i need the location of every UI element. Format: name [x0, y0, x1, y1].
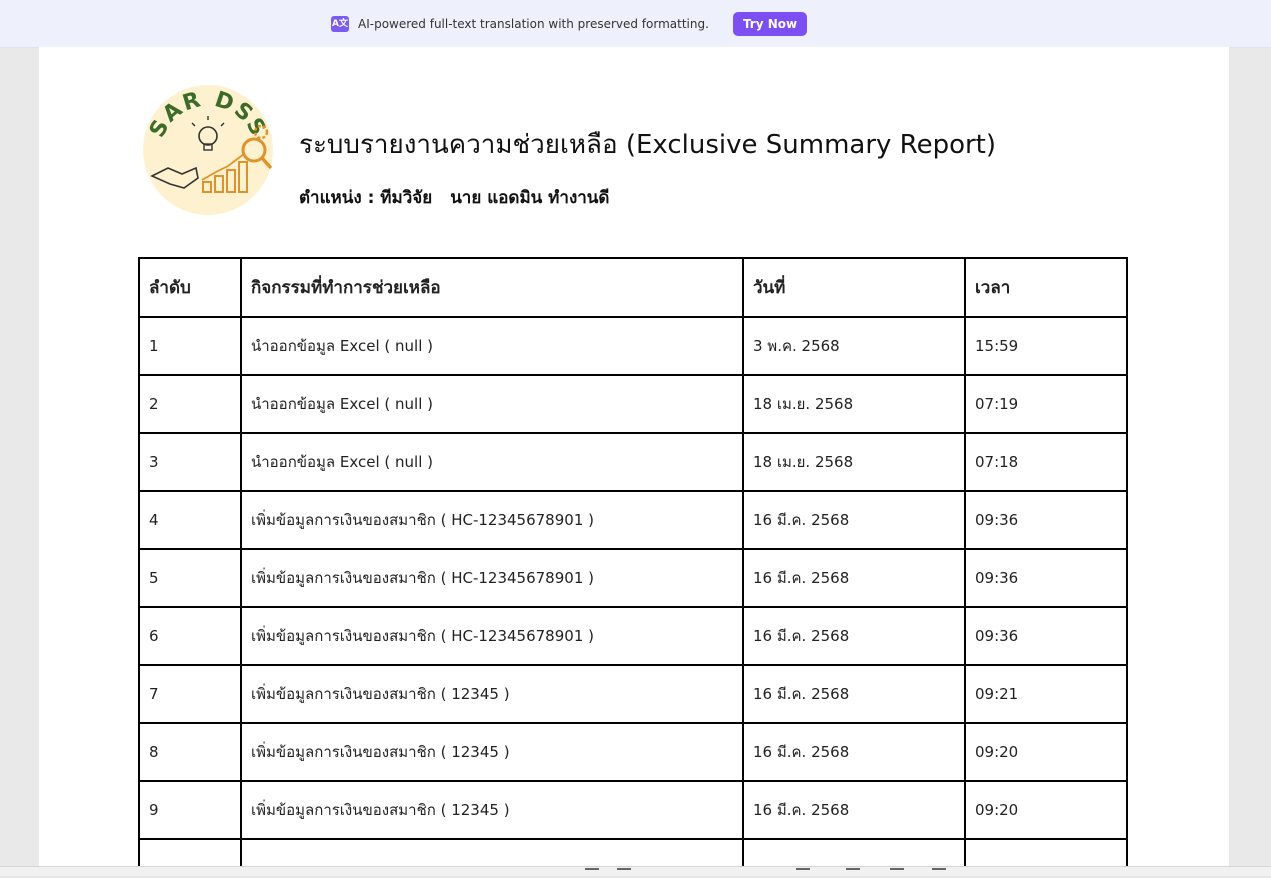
- row-number: 2: [138, 374, 242, 434]
- row-date: 18 เม.ย. 2568: [742, 432, 966, 492]
- position-line: ตำแหน่ง : ทีมวิจัย นาย แอดมิน ทำงานดี: [299, 184, 609, 211]
- row-date: 16 มี.ค. 2568: [742, 490, 966, 550]
- row-time: 09:36: [964, 548, 1128, 608]
- row-activity: เพิ่มข้อมูลการเงินของสมาชิก ( HC-1234567…: [240, 548, 744, 608]
- table-row: 7 เพิ่มข้อมูลการเงินของสมาชิก ( 12345 ) …: [138, 664, 1128, 724]
- row-activity: เพิ่มข้อมูลการเงินของสมาชิก ( 12345 ): [240, 664, 744, 724]
- row-time: 09:20: [964, 780, 1128, 840]
- row-activity: เพิ่มข้อมูลการเงินของสมาชิก ( 12345 ): [240, 722, 744, 782]
- table-row: 3 นำออกข้อมูล Excel ( null ) 18 เม.ย. 25…: [138, 432, 1128, 492]
- row-number: 6: [138, 606, 242, 666]
- table-row-partial: [138, 838, 1128, 867]
- column-header-date: วันที่: [742, 257, 966, 318]
- summary-table: ลำดับ กิจกรรมที่ทำการช่วยเหลือ วันที่ เว…: [138, 257, 1128, 867]
- row-number: 5: [138, 548, 242, 608]
- table-row: 5 เพิ่มข้อมูลการเงินของสมาชิก ( HC-12345…: [138, 548, 1128, 608]
- row-date: 16 มี.ค. 2568: [742, 664, 966, 724]
- translate-icon: A文: [331, 16, 349, 32]
- row-date: 18 เม.ย. 2568: [742, 374, 966, 434]
- table-row: 8 เพิ่มข้อมูลการเงินของสมาชิก ( 12345 ) …: [138, 722, 1128, 782]
- rotate-icon[interactable]: [890, 868, 904, 878]
- table-header-row: ลำดับ กิจกรรมที่ทำการช่วยเหลือ วันที่ เว…: [138, 257, 1128, 318]
- translation-banner: A文 AI-powered full-text translation with…: [0, 0, 1271, 48]
- table-row: 1 นำออกข้อมูล Excel ( null ) 3 พ.ค. 2568…: [138, 316, 1128, 376]
- position-label: ตำแหน่ง : ทีมวิจัย: [299, 188, 433, 208]
- row-number: 7: [138, 664, 242, 724]
- row-number: 3: [138, 432, 242, 492]
- row-activity: เพิ่มข้อมูลการเงินของสมาชิก ( HC-1234567…: [240, 490, 744, 550]
- person-name: นาย แอดมิน ทำงานดี: [450, 188, 610, 208]
- table-row: 9 เพิ่มข้อมูลการเงินของสมาชิก ( 12345 ) …: [138, 780, 1128, 840]
- row-time: 07:19: [964, 374, 1128, 434]
- document-icon[interactable]: [846, 868, 860, 878]
- row-activity: เพิ่มข้อมูลการเงินของสมาชิก ( 12345 ): [240, 780, 744, 840]
- row-activity: นำออกข้อมูล Excel ( null ): [240, 374, 744, 434]
- pdf-page: SAR DSS ระบบรายงานความช่วยเหลือ (Exclusi…: [39, 47, 1229, 867]
- page-view-icon[interactable]: [796, 868, 810, 878]
- column-header-order: ลำดับ: [138, 257, 242, 318]
- row-date: 16 มี.ค. 2568: [742, 722, 966, 782]
- table-row: 4 เพิ่มข้อมูลการเงินของสมาชิก ( HC-12345…: [138, 490, 1128, 550]
- row-time: 09:21: [964, 664, 1128, 724]
- column-header-time: เวลา: [964, 257, 1128, 318]
- row-activity: นำออกข้อมูล Excel ( null ): [240, 432, 744, 492]
- row-number: 9: [138, 780, 242, 840]
- row-date: 16 มี.ค. 2568: [742, 780, 966, 840]
- row-time: 09:20: [964, 722, 1128, 782]
- row-time: 15:59: [964, 316, 1128, 376]
- row-activity: นำออกข้อมูล Excel ( null ): [240, 316, 744, 376]
- column-header-activity: กิจกรรมที่ทำการช่วยเหลือ: [240, 257, 744, 318]
- row-time: 09:36: [964, 606, 1128, 666]
- banner-text: AI-powered full-text translation with pr…: [358, 17, 709, 31]
- try-now-button[interactable]: Try Now: [732, 12, 808, 36]
- row-number: 1: [138, 316, 242, 376]
- table-row: 6 เพิ่มข้อมูลการเงินของสมาชิก ( HC-12345…: [138, 606, 1128, 666]
- row-number: 4: [138, 490, 242, 550]
- select-tool-icon[interactable]: [585, 868, 599, 878]
- share-icon[interactable]: [932, 868, 946, 878]
- row-date: 16 มี.ค. 2568: [742, 548, 966, 608]
- hand-tool-icon[interactable]: [617, 868, 631, 878]
- row-number: 8: [138, 722, 242, 782]
- sar-dss-logo: SAR DSS: [140, 84, 276, 216]
- row-date: 3 พ.ค. 2568: [742, 316, 966, 376]
- table-row: 2 นำออกข้อมูล Excel ( null ) 18 เม.ย. 25…: [138, 374, 1128, 434]
- row-time: 07:18: [964, 432, 1128, 492]
- report-title: ระบบรายงานความช่วยเหลือ (Exclusive Summa…: [299, 130, 997, 160]
- row-time: 09:36: [964, 490, 1128, 550]
- row-date: 16 มี.ค. 2568: [742, 606, 966, 666]
- row-activity: เพิ่มข้อมูลการเงินของสมาชิก ( HC-1234567…: [240, 606, 744, 666]
